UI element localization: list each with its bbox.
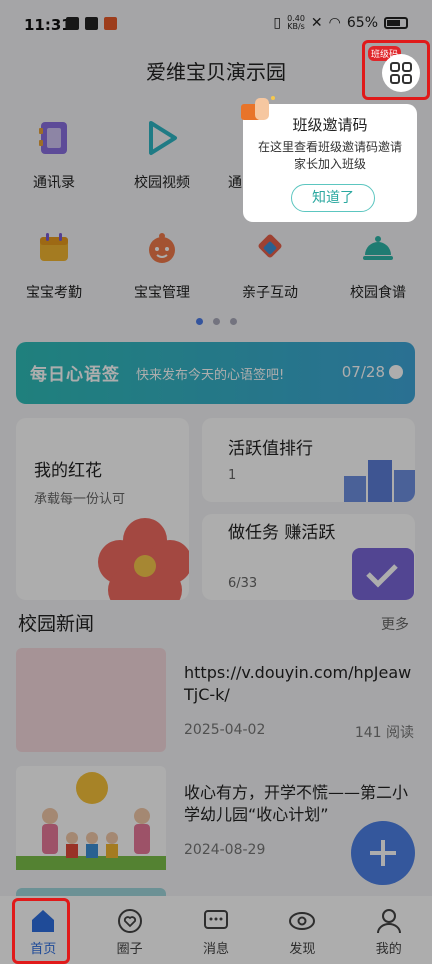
got-it-button[interactable]: 知道了 bbox=[291, 184, 375, 212]
class-code-tooltip: 班级邀请码 在这里查看班级邀请码邀请家长加入班级 知道了 bbox=[241, 96, 417, 222]
class-code-highlight bbox=[362, 40, 430, 100]
tooltip-title: 班级邀请码 bbox=[292, 116, 368, 134]
home-tab-highlight bbox=[12, 898, 70, 964]
tooltip-body: 在这里查看班级邀请码邀请家长加入班级 bbox=[257, 140, 402, 171]
